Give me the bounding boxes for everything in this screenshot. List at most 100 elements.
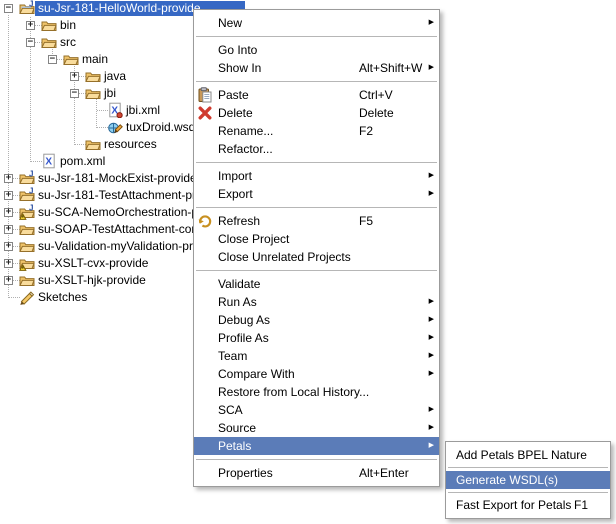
petals-submenu: Add Petals BPEL Nature Generate WSDL(s) Fa… [445, 441, 611, 519]
menu-item-add-petals-bpel-nature[interactable]: Add Petals BPEL Nature [446, 446, 610, 464]
menu-item-refactor[interactable]: Refactor... [194, 140, 439, 158]
svg-text:J: J [29, 187, 33, 196]
menu-separator [196, 270, 437, 271]
svg-text:X: X [45, 157, 52, 168]
project-folder-icon [19, 238, 35, 254]
menu-accelerator: Ctrl+V [359, 86, 393, 104]
tree-item-label[interactable]: su-Jsr-181-MockExist-provide [35, 171, 200, 186]
menu-item-label: Debug As [218, 313, 270, 327]
expander-minus-icon[interactable]: − [48, 55, 57, 64]
menu-item-go-into[interactable]: Go Into [194, 41, 439, 59]
tree-item-label[interactable]: java [101, 69, 129, 84]
java-project-folder-icon: J [19, 170, 35, 186]
menu-item-compare-with[interactable]: Compare With▶ [194, 365, 439, 383]
menu-item-profile-as[interactable]: Profile As▶ [194, 329, 439, 347]
menu-accelerator: Delete [359, 104, 394, 122]
tree-item-label[interactable]: su-Jsr-181-TestAttachment-pro [35, 188, 206, 203]
expander-plus-icon[interactable]: + [26, 21, 35, 30]
tree-item-label[interactable]: pom.xml [57, 154, 108, 169]
tree-item-label[interactable]: su-XSLT-hjk-provide [35, 273, 149, 288]
java-project-folder-icon: J [19, 187, 35, 203]
expander-plus-icon[interactable]: + [4, 276, 13, 285]
menu-item-close-project[interactable]: Close Project [194, 230, 439, 248]
svg-text:J: J [29, 0, 33, 9]
xml-file-icon: X [41, 153, 57, 169]
menu-item-rename[interactable]: Rename... F2 [194, 122, 439, 140]
menu-separator [196, 459, 437, 460]
expander-minus-icon[interactable]: − [70, 89, 79, 98]
menu-item-show-in[interactable]: Show InAlt+Shift+W▶ [194, 59, 439, 77]
menu-item-label: Add Petals BPEL Nature [456, 448, 587, 462]
menu-item-import[interactable]: Import▶ [194, 167, 439, 185]
menu-item-run-as[interactable]: Run As ▶ [194, 293, 439, 311]
submenu-arrow-icon: ▶ [429, 347, 434, 365]
tree-item-label[interactable]: Sketches [35, 290, 90, 305]
tree-item-label[interactable]: su-Validation-myValidation-prov [35, 239, 209, 254]
menu-separator [196, 81, 437, 82]
expander-minus-icon[interactable]: − [26, 38, 35, 47]
menu-separator [448, 492, 608, 493]
menu-item-label: Team [218, 349, 247, 363]
menu-item-restore-from-local-history[interactable]: Restore from Local History... [194, 383, 439, 401]
menu-item-export[interactable]: Export▶ [194, 185, 439, 203]
svg-text:J: J [29, 170, 33, 179]
menu-item-new[interactable]: New▶ [194, 14, 439, 32]
expander-plus-icon[interactable]: + [4, 259, 13, 268]
menu-item-label: Delete [218, 106, 253, 120]
menu-item-label: Petals [218, 439, 251, 453]
folder-icon [85, 85, 101, 101]
submenu-arrow-icon: ▶ [429, 365, 434, 383]
menu-item-properties[interactable]: PropertiesAlt+Enter [194, 464, 439, 482]
menu-item-refresh[interactable]: RefreshF5 [194, 212, 439, 230]
menu-accelerator: F2 [359, 122, 373, 140]
menu-item-petals[interactable]: Petals▶ [194, 437, 439, 455]
tree-item-label[interactable]: su-XSLT-cvx-provide [35, 256, 151, 271]
tree-item-label[interactable]: bin [57, 18, 79, 33]
tree-item-label[interactable]: su-SOAP-TestAttachment-cons [35, 222, 207, 237]
menu-item-sca[interactable]: SCA▶ [194, 401, 439, 419]
tree-item-label[interactable]: jbi.xml [123, 103, 163, 118]
menu-item-label: Profile As [218, 331, 269, 345]
tree-item-label[interactable]: tuxDroid.wsdl [123, 120, 201, 135]
tree-item-label[interactable]: su-SCA-NemoOrchestration-pro [35, 205, 212, 220]
tree-item-label[interactable]: main [79, 52, 111, 67]
menu-item-label: Refactor... [218, 142, 273, 156]
menu-item-label: SCA [218, 403, 243, 417]
menu-item-team[interactable]: Team ▶ [194, 347, 439, 365]
tree-item-label[interactable]: resources [101, 137, 160, 152]
menu-item-source[interactable]: Source▶ [194, 419, 439, 437]
expander-plus-icon[interactable]: + [4, 208, 13, 217]
menu-item-close-unrelated-projects[interactable]: Close Unrelated Projects [194, 248, 439, 266]
folder-icon [85, 136, 101, 152]
menu-item-paste[interactable]: PasteCtrl+V [194, 86, 439, 104]
menu-accelerator: Alt+Shift+W [359, 59, 422, 77]
menu-item-fast-export-for-petals[interactable]: Fast Export for PetalsF1 [446, 496, 610, 514]
expander-plus-icon[interactable]: + [4, 174, 13, 183]
wsdl-file-icon [107, 119, 123, 135]
folder-icon [41, 17, 57, 33]
menu-item-generate-wsdl-s[interactable]: Generate WSDL(s) [446, 471, 610, 489]
expander-plus-icon[interactable]: + [4, 225, 13, 234]
menu-separator [196, 207, 437, 208]
menu-item-debug-as[interactable]: Debug As ▶ [194, 311, 439, 329]
menu-item-label: Properties [218, 466, 273, 480]
menu-item-label: Show In [218, 61, 261, 75]
submenu-arrow-icon: ▶ [429, 293, 434, 311]
expander-plus-icon[interactable]: + [4, 242, 13, 251]
menu-item-label: Go Into [218, 43, 257, 57]
expander-plus-icon[interactable]: + [4, 191, 13, 200]
expander-minus-icon[interactable]: − [4, 4, 13, 13]
menu-item-label: Run As [218, 295, 257, 309]
expander-plus-icon[interactable]: + [70, 72, 79, 81]
menu-separator [196, 36, 437, 37]
tree-item-label[interactable]: src [57, 35, 79, 50]
menu-item-delete[interactable]: Delete Delete [194, 104, 439, 122]
menu-item-label: Rename... [218, 124, 273, 138]
tree-item-label[interactable]: jbi [101, 86, 119, 101]
java-project-open-folder-icon: J [19, 0, 35, 16]
menu-item-validate[interactable]: Validate [194, 275, 439, 293]
java-project-warning-folder-icon: J [19, 204, 35, 220]
menu-item-label: Generate WSDL(s) [456, 473, 558, 487]
submenu-arrow-icon: ▶ [429, 311, 434, 329]
menu-item-label: Refresh [218, 214, 260, 228]
